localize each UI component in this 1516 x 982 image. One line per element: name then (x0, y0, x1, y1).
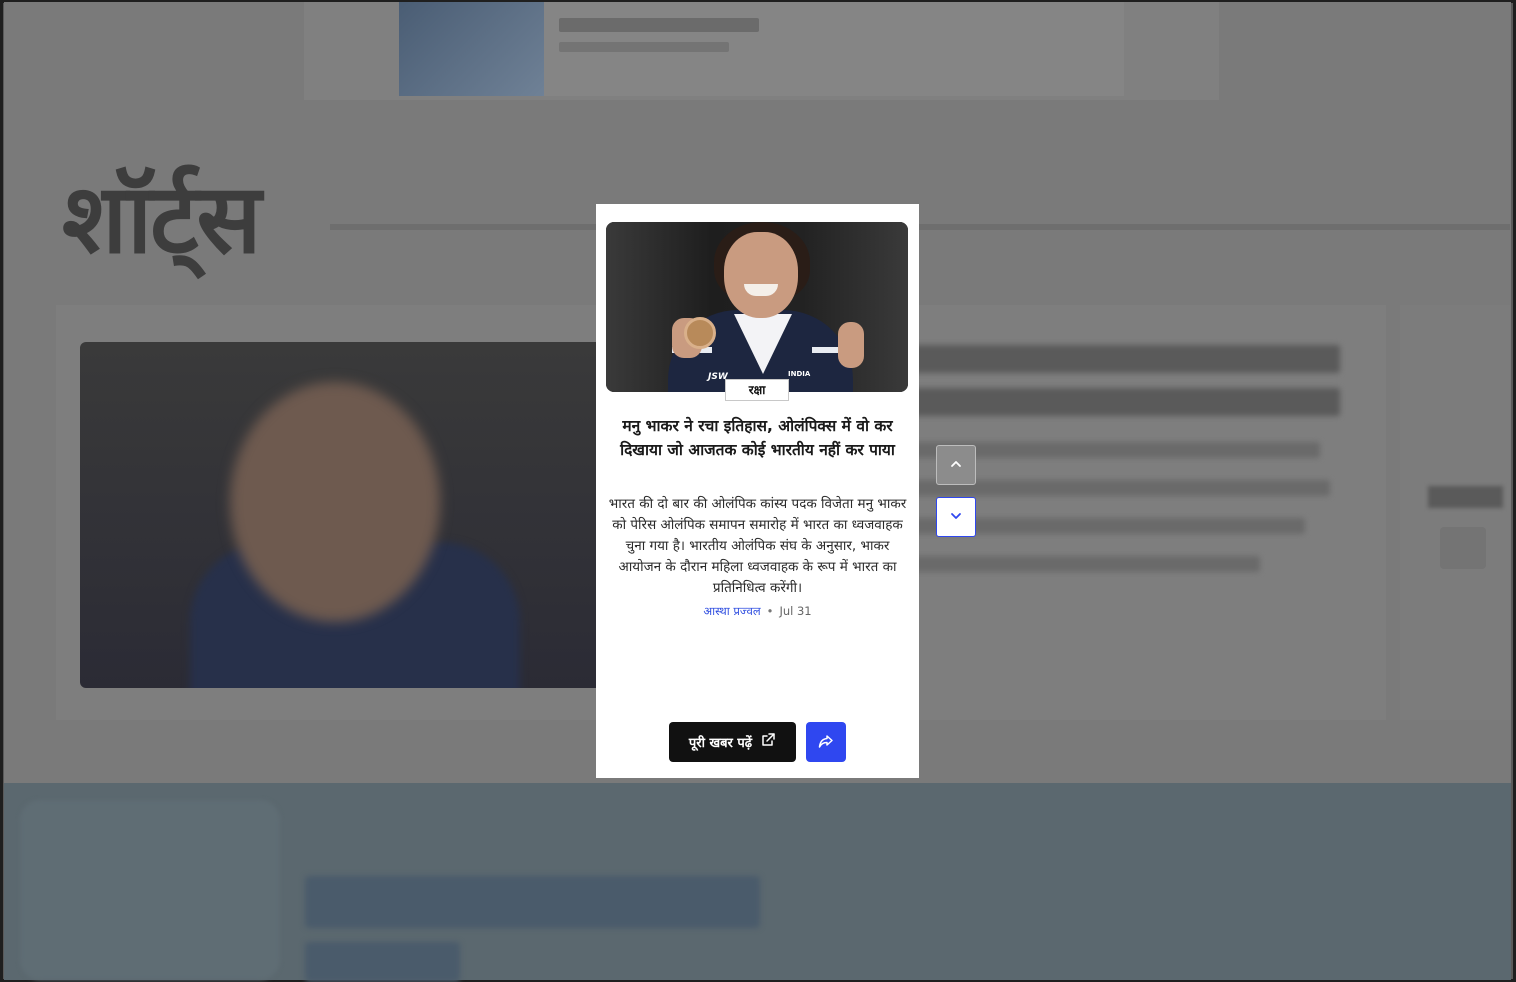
previous-story-button[interactable] (936, 445, 976, 485)
author-link[interactable]: आस्था प्रज्वल (703, 604, 760, 618)
story-modal: JSW INDIA रक्षा मनु भाकर ने रचा इतिहास, … (596, 204, 919, 778)
blurred-text (1428, 486, 1503, 508)
ad-banner-content (399, 2, 1124, 96)
jacket-country-text: INDIA (788, 370, 811, 378)
story-summary: भारत की दो बार की ओलंपिक कांस्य पदक विजे… (608, 496, 907, 596)
blurred-button (1440, 527, 1486, 569)
next-card-peek (1400, 305, 1510, 720)
section-title: शॉर्ट्स (62, 162, 261, 275)
meta-separator: • (766, 604, 774, 618)
next-story-button[interactable] (936, 497, 976, 537)
blurred-headline (900, 345, 1340, 373)
image-shape (724, 232, 798, 318)
background-story-image (80, 342, 640, 688)
story-image: JSW INDIA (606, 222, 908, 392)
chevron-down-icon (949, 508, 963, 527)
story-meta: आस्था प्रज्वल • Jul 31 (596, 604, 919, 619)
section-divider (330, 224, 1510, 230)
blurred-text (900, 556, 1260, 572)
external-link-icon (760, 732, 776, 752)
ad-text-placeholder (559, 18, 759, 32)
promo-decoration (20, 800, 280, 980)
read-full-story-button[interactable]: पूरी खबर पढ़ें (669, 722, 796, 762)
medal-shape (684, 317, 716, 349)
share-icon (817, 732, 835, 753)
read-full-label: पूरी खबर पढ़ें (688, 736, 753, 751)
story-date: Jul 31 (779, 604, 812, 618)
chevron-up-icon (949, 456, 963, 475)
ad-image (399, 2, 544, 96)
category-tag[interactable]: रक्षा (725, 379, 789, 401)
image-shape (838, 322, 864, 368)
blurred-headline (900, 388, 1340, 416)
ad-banner (304, 2, 1219, 100)
story-headline: मनु भाकर ने रचा इतिहास, ओलंपिक्स में वो … (620, 417, 895, 459)
blurred-promo-text (305, 876, 760, 928)
blurred-promo-text (305, 942, 460, 982)
share-button[interactable] (806, 722, 846, 762)
ad-text-placeholder (559, 42, 729, 52)
image-shape (230, 382, 440, 622)
